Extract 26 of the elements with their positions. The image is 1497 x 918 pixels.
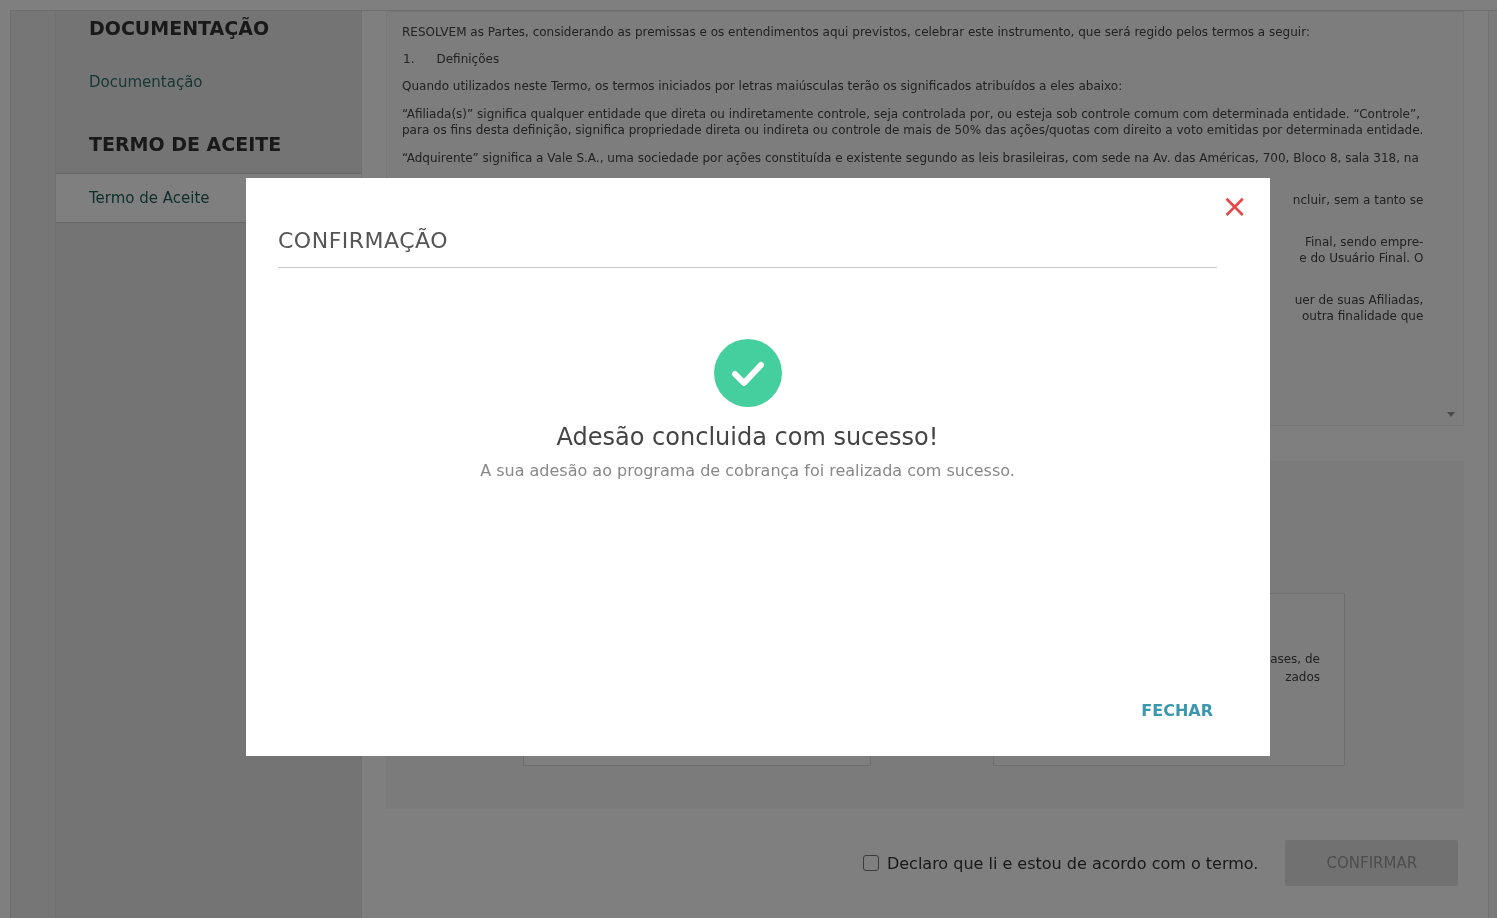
document-text: Quando utilizados neste Termo, os termos iniciados por letras maiúsculas terão os significados atribuídos a eles abaixo: (402, 78, 1123, 94)
document-text: Final, sendo empre- (1305, 234, 1424, 250)
agreement-label: Declaro que li e estou de acordo com o termo. (886, 853, 1259, 873)
document-text: ncluir, sem a tanto se (1292, 192, 1424, 208)
section-title: DOCUMENTAÇÃO (88, 16, 271, 41)
document-text: “Afiliada(s)” significa qualquer entidade que direta ou indiretamente controle, seja controlada por, ou esteja sob controle comum com determinada entidade. “Controle”, (402, 106, 1421, 122)
document-text: uer de suas Afiliadas, (1294, 292, 1424, 308)
section-number: 1. (403, 52, 415, 66)
sidebar-item[interactable]: Documentação (56, 57, 361, 107)
close-link[interactable]: FECHAR (1137, 701, 1217, 720)
section-heading: Definições (436, 52, 500, 66)
box-text: ases, de (1270, 652, 1320, 666)
check-circle-icon (713, 339, 782, 407)
dialog-title: CONFIRMAÇÃO (278, 228, 1217, 268)
document-text: “Adquirente” significa a Vale S.A., uma sociedade por ações constituída e existente segundo as leis brasileiras, com sede na Av. das Américas, 700, Bloco 8, sala 318, na (402, 150, 1419, 166)
checkbox[interactable] (862, 855, 879, 871)
scroll-down-icon[interactable] (1447, 412, 1456, 417)
document-text: e do Usuário Final. O (1299, 250, 1424, 266)
document-text: para os fins desta definição, significa propriedade direta ou indireta ou controle de mais de 50% das ações/quotas com direito a voto emitidas por determinada entidade. (402, 122, 1424, 138)
close-button[interactable]: × (1217, 190, 1252, 222)
document-text: RESOLVEM as Partes, considerando as premissas e os entendimentos aqui previstos, celebrar este instrumento, que será regido pelos termos a seguir: (402, 24, 1310, 40)
document-text: outra finalidade que (1302, 308, 1424, 324)
success-message: A sua adesão ao programa de cobrança foi realizada com sucesso. (480, 461, 1015, 480)
section-title: TERMO DE ACEITE (88, 132, 283, 157)
success-heading: Adesão concluida com sucesso! (556, 423, 939, 451)
box-text: zados (1285, 670, 1320, 684)
